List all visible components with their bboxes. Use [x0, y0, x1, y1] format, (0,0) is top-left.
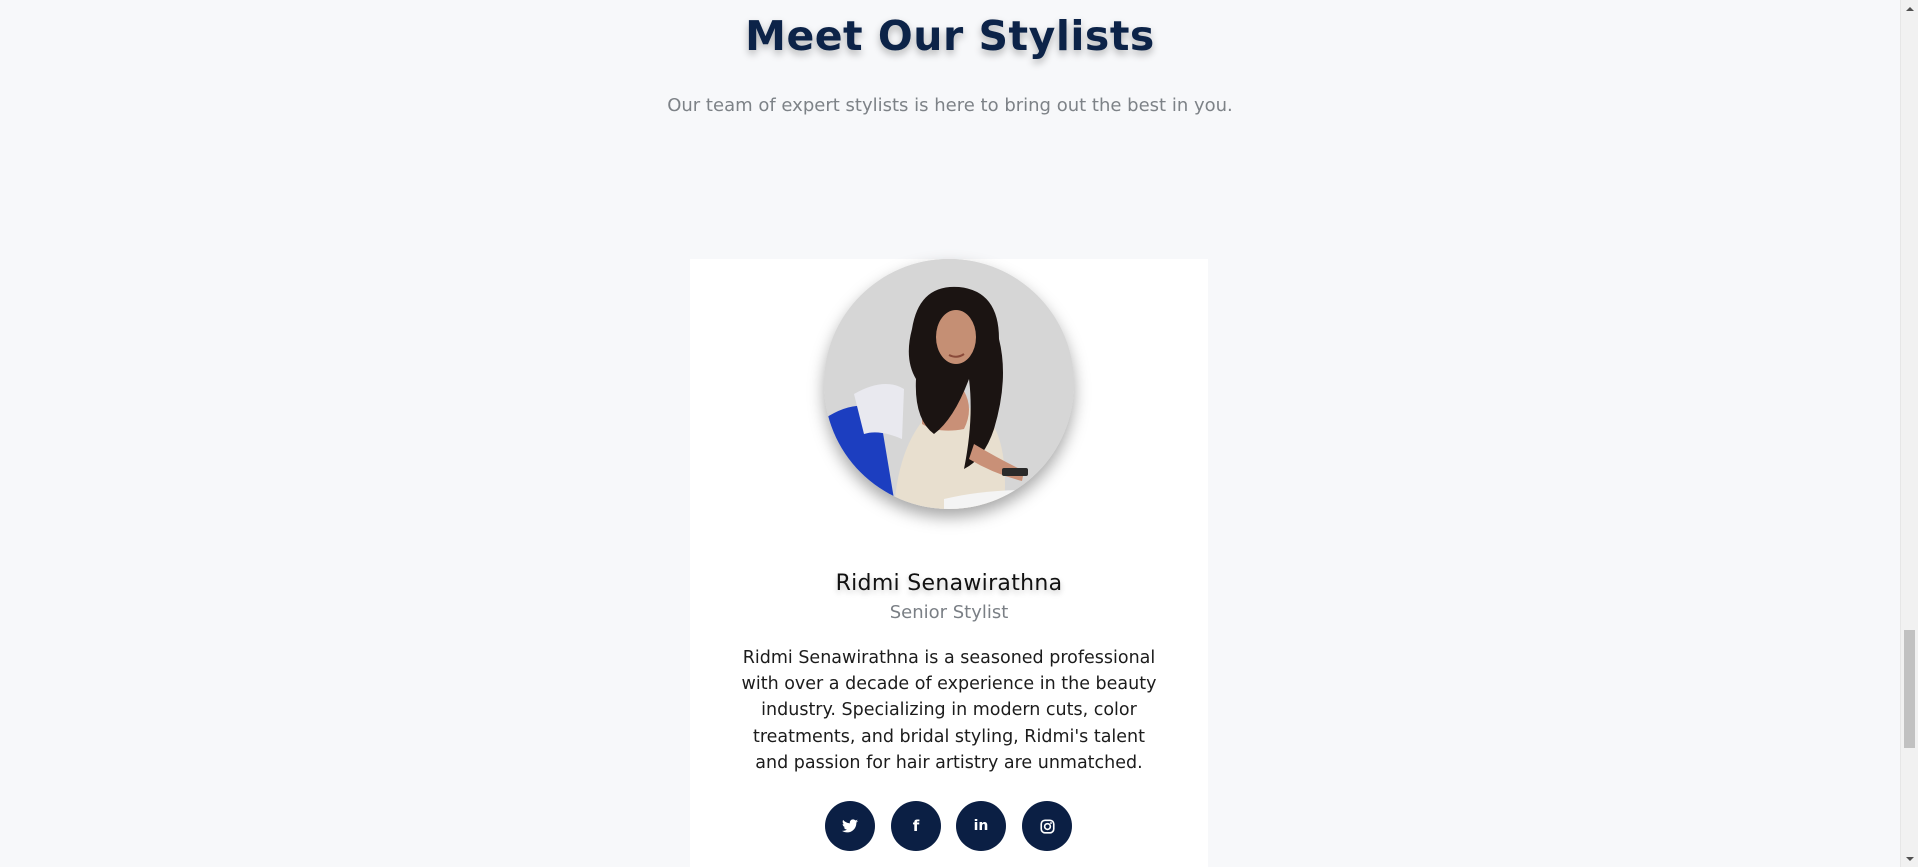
facebook-icon: f [912, 816, 920, 835]
stylist-card: Ridmi Senawirathna Senior Stylist Ridmi … [690, 259, 1208, 867]
scrollbar-thumb[interactable] [1904, 630, 1915, 748]
linkedin-button[interactable]: in [956, 801, 1006, 851]
stylist-photo [824, 259, 1074, 509]
instagram-button[interactable] [1022, 801, 1072, 851]
stylist-role: Senior Stylist [889, 602, 1009, 623]
twitter-icon [842, 819, 858, 833]
stylist-photo-illustration [824, 259, 1074, 509]
stylist-bio: Ridmi Senawirathna is a seasoned profess… [741, 648, 1157, 773]
section-title: Meet Our Stylists [745, 12, 1155, 60]
scroll-up-arrow-icon[interactable] [1901, 0, 1918, 17]
twitter-button[interactable] [825, 801, 875, 851]
facebook-button[interactable]: f [891, 801, 941, 851]
vertical-scrollbar[interactable] [1900, 0, 1918, 867]
stylist-name: Ridmi Senawirathna [835, 571, 1063, 596]
stylists-page: Meet Our Stylists Our team of expert sty… [0, 0, 1918, 867]
instagram-icon [1039, 818, 1055, 834]
linkedin-icon: in [973, 818, 989, 834]
social-links: f in [825, 801, 1075, 853]
section-subtitle: Our team of expert stylists is here to b… [667, 95, 1233, 116]
scroll-down-arrow-icon[interactable] [1901, 850, 1918, 867]
